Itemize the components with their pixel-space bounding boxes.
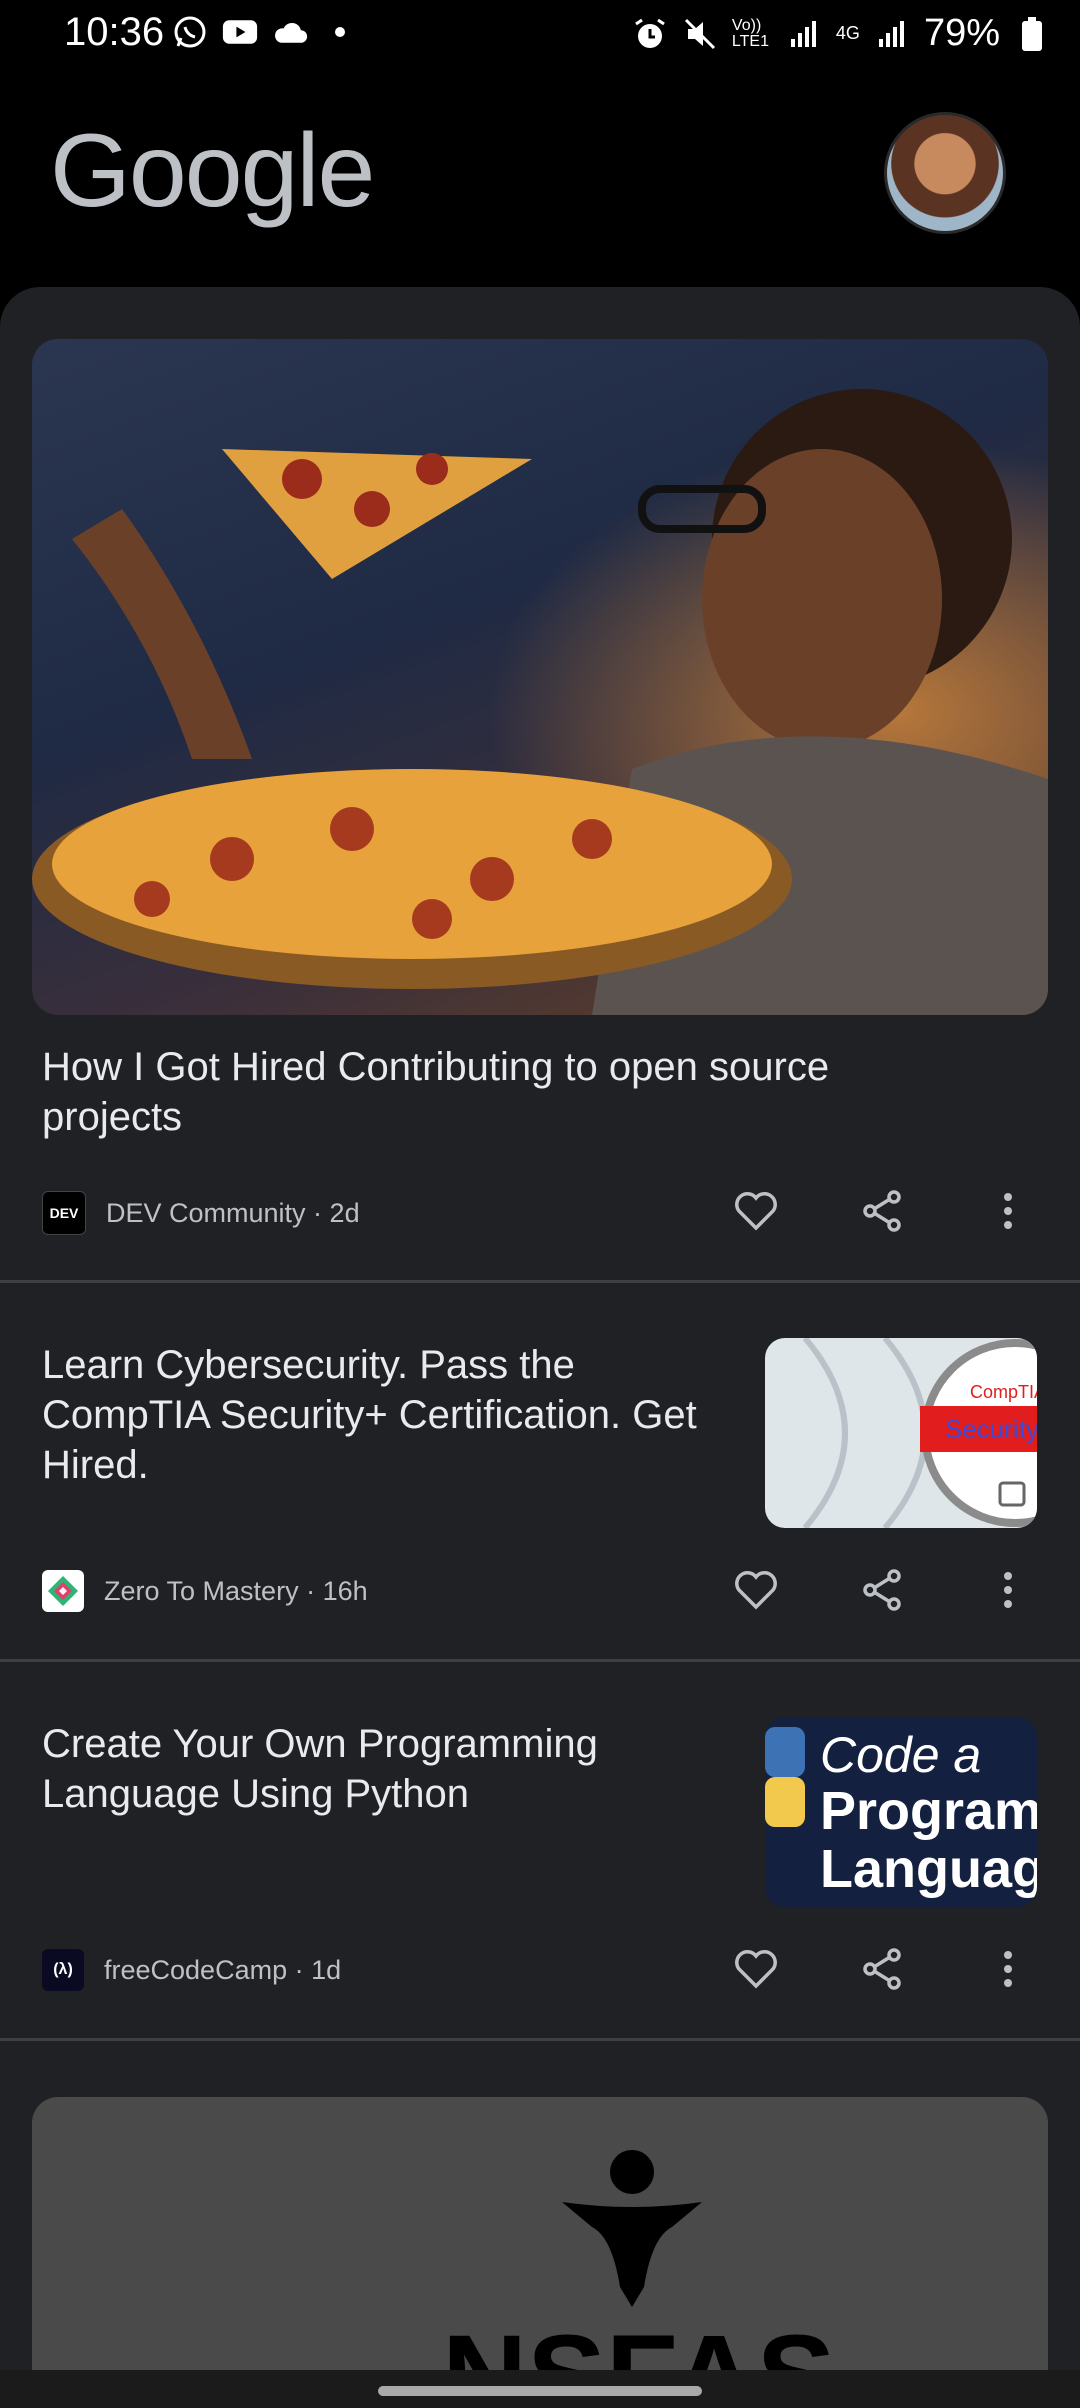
heart-icon (735, 1571, 777, 1610)
hero-image[interactable] (32, 339, 1048, 1015)
share-button[interactable] (852, 1560, 912, 1620)
more-options-button[interactable] (978, 1181, 1038, 1241)
status-time: 10:36 (64, 10, 165, 54)
card-thumbnail[interactable]: CompTIA Security (765, 1338, 1037, 1528)
thumb-line-1: Code a (820, 1727, 981, 1783)
heart-icon (735, 1192, 777, 1231)
signal-icon-2 (874, 16, 910, 52)
card-source: DEV DEV Community · 2d (42, 1191, 360, 1235)
battery-percent: 79% (923, 12, 1000, 54)
share-icon (863, 1569, 901, 1611)
card-actions (726, 1560, 1038, 1620)
signal-icon-1 (786, 16, 822, 52)
article-age: 16h (322, 1575, 368, 1606)
more-options-button[interactable] (978, 1939, 1038, 1999)
thumb-comptia-text: CompTIA (970, 1382, 1037, 1402)
like-button[interactable] (726, 1939, 786, 1999)
source-name: Zero To Mastery (104, 1575, 299, 1606)
card-source: Zero To Mastery · 16h (42, 1570, 368, 1612)
like-button[interactable] (726, 1181, 786, 1241)
status-system-icons: Vo)) LTE1 4G 79% (632, 12, 1050, 55)
zero-to-mastery-logo (42, 1570, 84, 1612)
thumb-line-2: Program (820, 1781, 1037, 1841)
card-title[interactable]: Create Your Own Programming Language Usi… (42, 1719, 662, 1819)
card-divider (0, 1280, 1080, 1283)
account-avatar[interactable] (884, 112, 1006, 234)
thumb-security-text: Security (945, 1414, 1037, 1444)
share-button[interactable] (852, 1181, 912, 1241)
article-age: 2d (329, 1197, 360, 1228)
status-bar: 10:36 Vo)) LTE1 4G 79% (0, 0, 1080, 72)
alarm-icon (632, 16, 668, 52)
share-icon (863, 1948, 901, 1990)
article-age: 1d (311, 1954, 342, 1985)
google-logo[interactable]: Google (50, 112, 375, 231)
card-divider (0, 2038, 1080, 2041)
dev-logo: DEV (42, 1191, 86, 1235)
more-vert-icon (1004, 1951, 1012, 1987)
status-notification-icons (172, 14, 358, 50)
more-options-button[interactable] (978, 1560, 1038, 1620)
discover-feed: How I Got Hired Contributing to open sou… (0, 287, 1080, 2408)
mute-icon (682, 16, 718, 52)
like-button[interactable] (726, 1560, 786, 1620)
card-thumbnail[interactable]: Code a Program Languag (765, 1717, 1037, 1907)
card-title[interactable]: How I Got Hired Contributing to open sou… (42, 1042, 942, 1142)
thumb-line-3: Languag (820, 1839, 1037, 1899)
app-header: Google (0, 72, 1080, 287)
card-divider (0, 1659, 1080, 1662)
share-icon (863, 1190, 901, 1232)
nsfas-card-image[interactable]: NSFAS (32, 2097, 1048, 2408)
more-vert-icon (1004, 1572, 1012, 1608)
card-title[interactable]: Learn Cybersecurity. Pass the CompTIA Se… (42, 1340, 742, 1490)
more-notifications-dot-icon (322, 14, 358, 50)
card-actions (726, 1181, 1038, 1241)
battery-icon (1014, 16, 1050, 52)
share-button[interactable] (852, 1939, 912, 1999)
card-source: (λ) freeCodeCamp · 1d (42, 1949, 341, 1991)
more-vert-icon (1004, 1193, 1012, 1229)
home-gesture-bar[interactable] (378, 2386, 702, 2396)
source-name: freeCodeCamp (104, 1954, 288, 1985)
source-name: DEV Community (106, 1197, 306, 1228)
youtube-icon (222, 14, 258, 50)
whatsapp-icon (172, 14, 208, 50)
volte-label: Vo)) LTE1 (731, 16, 769, 50)
cloud-icon (272, 14, 308, 50)
freecodecamp-logo: (λ) (42, 1949, 84, 1991)
heart-icon (735, 1950, 777, 1989)
card-actions (726, 1939, 1038, 1999)
network-4g-label: 4G (835, 23, 860, 43)
